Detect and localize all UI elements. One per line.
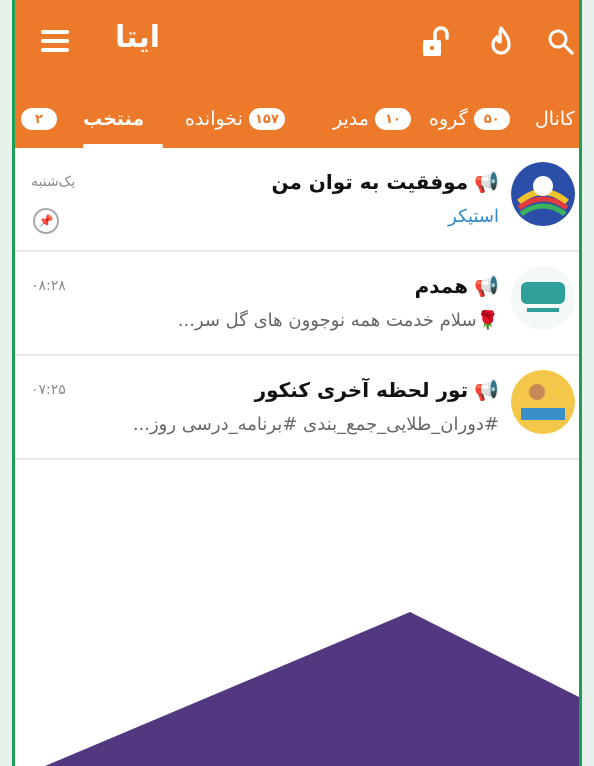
app-frame: ایتا ۲ منتخب نخوانده ۱۵۷ مدیر ۱۰ گروه ۵۰… [12,0,582,766]
decorative-shape [45,612,579,766]
